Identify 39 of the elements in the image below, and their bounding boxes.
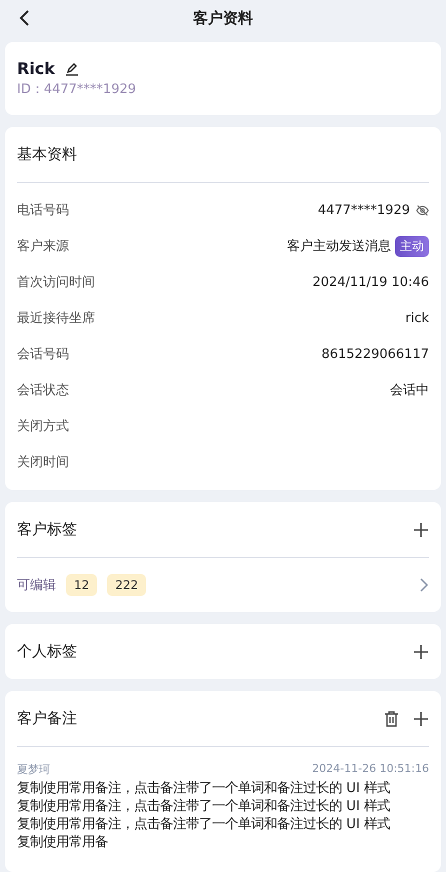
section-title: 个人标签 xyxy=(17,642,77,661)
row-value: 4477****1929 xyxy=(318,202,410,218)
section-title: 客户标签 xyxy=(17,520,77,539)
section-title: 客户备注 xyxy=(17,709,77,728)
plus-icon xyxy=(413,522,429,538)
section-title: 基本资料 xyxy=(17,145,77,164)
trash-icon xyxy=(384,710,399,726)
chevron-right-icon[interactable] xyxy=(419,578,429,592)
note-author: 夏梦珂 xyxy=(17,762,50,777)
row-value: 会话中 xyxy=(390,382,429,399)
plus-icon xyxy=(413,710,429,726)
row-value: 8615229066117 xyxy=(321,346,429,362)
row-label: 关闭方式 xyxy=(17,418,69,435)
row-label: 最近接待坐席 xyxy=(17,310,95,327)
source-badge: 主动 xyxy=(395,236,429,256)
page-title: 客户资料 xyxy=(193,9,253,28)
eye-off-icon[interactable] xyxy=(416,204,429,216)
row-value: 2024/11/19 10:46 xyxy=(312,274,429,290)
customer-name: Rick xyxy=(17,59,55,78)
customer-id: ID：4477****1929 xyxy=(17,81,138,98)
add-button[interactable] xyxy=(413,522,429,538)
row-value: rick xyxy=(405,310,429,326)
tag: 12 xyxy=(66,574,98,596)
row-label: 关闭时间 xyxy=(17,454,69,471)
row-label: 会话状态 xyxy=(17,382,69,399)
row-label: 首次访问时间 xyxy=(17,274,95,291)
row-label: 客户来源 xyxy=(17,238,69,255)
note-text: 复制使用常用备注，点击备注带了一个单词和备注过长的 UI 样式复制使用常用备注，点击备注带了一个单词和备注过长的 UI 样式复制使用常用备注，点击备注带了一个单词和备注过长的 UI 样式复制使用常用备 xyxy=(17,780,392,852)
pencil-icon[interactable] xyxy=(64,62,79,76)
tag-group-label: 可编辑 xyxy=(17,577,56,594)
delete-button[interactable] xyxy=(384,710,399,726)
row-value: 客户主动发送消息 xyxy=(287,238,391,255)
plus-icon xyxy=(413,644,429,660)
tag: 222 xyxy=(107,574,146,596)
row-label: 电话号码 xyxy=(17,202,69,219)
add-button[interactable] xyxy=(413,644,429,660)
note-time: 2024-11-26 10:51:16 xyxy=(312,762,429,777)
add-button[interactable] xyxy=(413,710,429,726)
row-label: 会话号码 xyxy=(17,346,69,363)
